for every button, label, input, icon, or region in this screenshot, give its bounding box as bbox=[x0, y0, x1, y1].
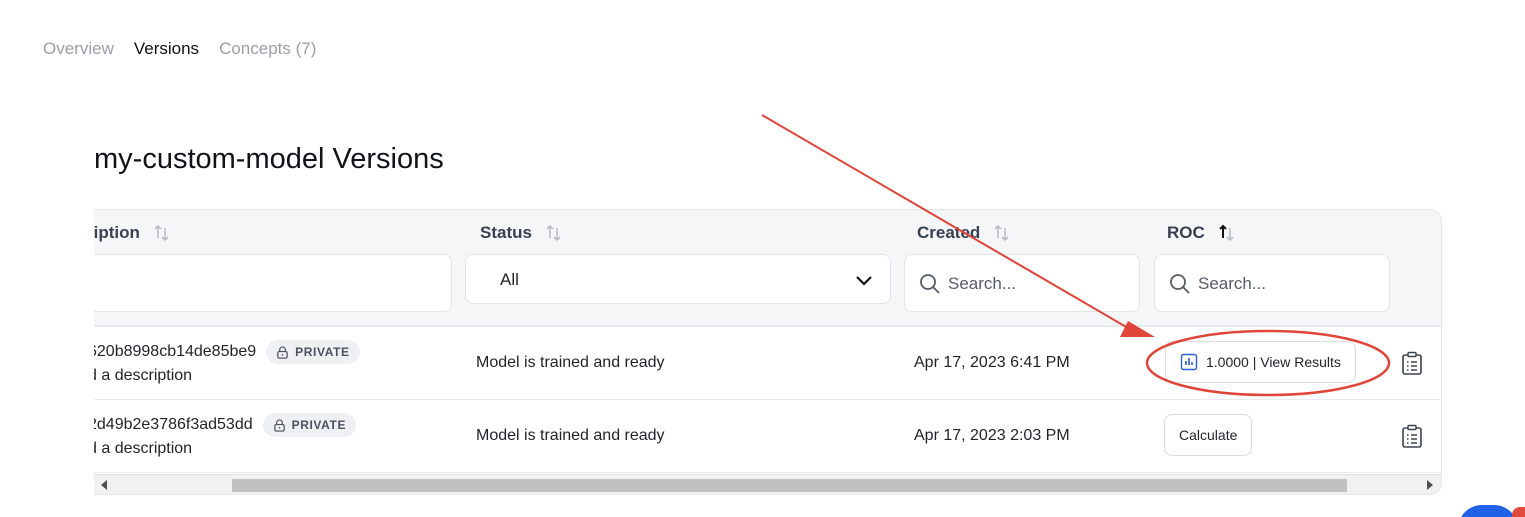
chat-widget-badge bbox=[1512, 507, 1525, 517]
scroll-right-arrow-icon[interactable] bbox=[1427, 480, 1433, 490]
column-header-description[interactable]: ription bbox=[94, 223, 172, 243]
version-description: d a description bbox=[94, 440, 193, 457]
visibility-badge: PRIVATE bbox=[266, 340, 360, 364]
clipboard-icon[interactable] bbox=[1401, 424, 1423, 448]
column-label: ROC bbox=[1167, 223, 1205, 242]
scroll-left-arrow-icon[interactable] bbox=[101, 480, 107, 490]
created-cell: Apr 17, 2023 2:03 PM bbox=[914, 427, 1070, 444]
tab-concepts[interactable]: Concepts (7) bbox=[219, 39, 316, 59]
description-filter-input[interactable] bbox=[94, 254, 452, 312]
horizontal-scrollbar[interactable] bbox=[94, 474, 1441, 494]
column-header-roc[interactable]: ROC bbox=[1167, 223, 1237, 243]
roc-filter-input[interactable]: Search... bbox=[1154, 254, 1390, 312]
view-results-label: 1.0000 | View Results bbox=[1206, 354, 1341, 370]
chevron-down-icon bbox=[854, 270, 874, 290]
column-label: Created bbox=[917, 223, 981, 242]
search-icon bbox=[1169, 273, 1191, 295]
sort-icon[interactable] bbox=[544, 223, 564, 243]
chat-widget-button[interactable] bbox=[1458, 505, 1518, 517]
clipboard-icon[interactable] bbox=[1401, 351, 1423, 375]
bar-chart-icon bbox=[1180, 353, 1198, 371]
lock-icon bbox=[273, 418, 285, 432]
search-icon bbox=[919, 273, 941, 295]
sort-asc-icon[interactable] bbox=[1217, 223, 1237, 243]
status-cell: Model is trained and ready bbox=[476, 427, 665, 444]
tab-overview[interactable]: Overview bbox=[43, 39, 114, 59]
column-header-created[interactable]: Created bbox=[917, 223, 1012, 243]
visibility-label: PRIVATE bbox=[291, 418, 347, 432]
column-header-status[interactable]: Status bbox=[480, 223, 564, 243]
tab-versions[interactable]: Versions bbox=[134, 39, 199, 59]
table-row[interactable]: 620b8998cb14de85be9 PRIVATE d a descript… bbox=[94, 327, 1441, 400]
version-description: d a description bbox=[94, 367, 193, 384]
created-filter-input[interactable]: Search... bbox=[904, 254, 1140, 312]
visibility-label: PRIVATE bbox=[295, 345, 350, 359]
status-cell: Model is trained and ready bbox=[476, 354, 665, 371]
column-label: Status bbox=[480, 223, 532, 242]
version-id-line: 2d49b2e3786f3ad53dd PRIVATE bbox=[94, 413, 357, 437]
page: Overview Versions Concepts (7) my-custom… bbox=[0, 0, 1525, 517]
sort-icon[interactable] bbox=[152, 223, 172, 243]
versions-table: ription Status Created ROC bbox=[94, 209, 1442, 495]
page-title: my-custom-model Versions bbox=[94, 143, 444, 175]
version-id: 2d49b2e3786f3ad53dd bbox=[94, 416, 253, 433]
status-filter-value: All bbox=[500, 270, 519, 289]
status-filter-select[interactable]: All bbox=[465, 254, 891, 304]
version-id: 620b8998cb14de85be9 bbox=[94, 343, 257, 360]
calculate-label: Calculate bbox=[1179, 427, 1238, 443]
created-cell: Apr 17, 2023 6:41 PM bbox=[914, 354, 1070, 371]
view-results-button[interactable]: 1.0000 | View Results bbox=[1165, 341, 1356, 383]
created-filter-placeholder: Search... bbox=[948, 274, 1017, 293]
sort-icon[interactable] bbox=[992, 223, 1012, 243]
scrollbar-thumb[interactable] bbox=[232, 479, 1347, 492]
version-id-line: 620b8998cb14de85be9 PRIVATE bbox=[94, 340, 360, 364]
calculate-button[interactable]: Calculate bbox=[1164, 414, 1253, 456]
lock-icon bbox=[277, 345, 288, 359]
visibility-badge: PRIVATE bbox=[262, 413, 357, 437]
table-row[interactable]: 2d49b2e3786f3ad53dd PRIVATE d a descript… bbox=[94, 400, 1441, 473]
tab-bar: Overview Versions Concepts (7) bbox=[43, 39, 316, 59]
column-label: ription bbox=[94, 223, 140, 242]
roc-filter-placeholder: Search... bbox=[1198, 274, 1267, 293]
table-header: ription Status Created ROC bbox=[94, 210, 1441, 327]
